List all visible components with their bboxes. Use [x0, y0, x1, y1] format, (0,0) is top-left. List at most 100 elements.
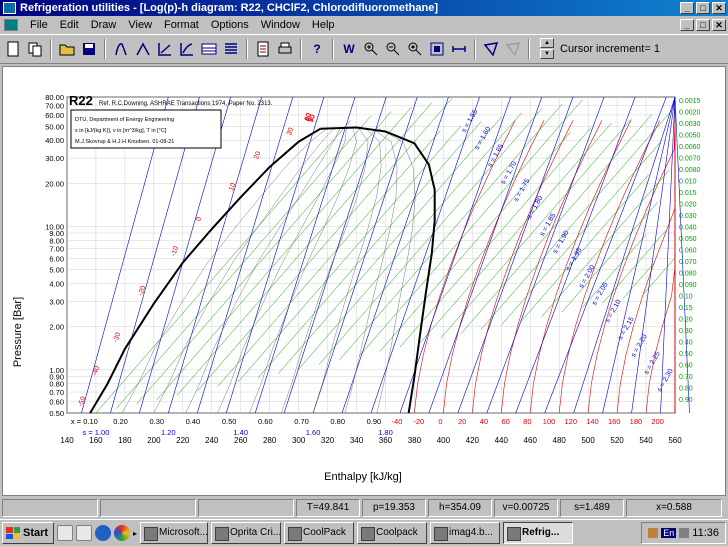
- menu-options[interactable]: Options: [205, 16, 255, 34]
- zoom-in-icon[interactable]: [360, 38, 382, 60]
- language-indicator[interactable]: En: [661, 528, 677, 538]
- eraser-icon[interactable]: [502, 38, 524, 60]
- doc-minimize-button[interactable]: _: [680, 19, 694, 31]
- isochore-label: 0.80: [679, 386, 693, 393]
- isochore-label: 0.0050: [679, 133, 701, 140]
- cursor-increment-spinner[interactable]: ▲ ▼: [540, 38, 554, 60]
- zoom-fit-icon[interactable]: [426, 38, 448, 60]
- spin-up-button[interactable]: ▲: [540, 38, 554, 48]
- sat-table-icon[interactable]: [198, 38, 220, 60]
- close-button[interactable]: ✕: [712, 2, 726, 14]
- document-icon[interactable]: [252, 38, 274, 60]
- minimize-button[interactable]: _: [680, 2, 694, 14]
- quicklaunch-pen-icon[interactable]: [57, 525, 73, 541]
- entropy-label: 1.20: [161, 428, 176, 437]
- x-tick-label: 360: [379, 436, 393, 445]
- isotherm-label: 40: [480, 417, 488, 426]
- toolbar-separator: [300, 39, 302, 59]
- isotherm-label: 140: [586, 417, 599, 426]
- y-tick-label: 6.00: [49, 254, 64, 263]
- open-folder-icon[interactable]: [56, 38, 78, 60]
- entropy-label: 1.60: [306, 428, 321, 437]
- isochore-label: 0.60: [679, 363, 693, 370]
- quicklaunch-outlook-icon[interactable]: [76, 525, 92, 541]
- isochore-label: 0.010: [679, 179, 697, 186]
- copy-icon[interactable]: [24, 38, 46, 60]
- menu-draw[interactable]: Draw: [85, 16, 123, 34]
- save-icon[interactable]: [78, 38, 100, 60]
- log-ph-chart[interactable]: R22 Ref. R.C.Downing, ASHRAE Transaction…: [3, 67, 725, 495]
- menu-edit[interactable]: Edit: [54, 16, 85, 34]
- cycle-icon[interactable]: [480, 38, 502, 60]
- status-quality: x=0.588: [626, 499, 722, 517]
- document-controls: _ □ ✕: [680, 19, 726, 31]
- task-coolpack-2[interactable]: Coolpack: [357, 522, 428, 544]
- x-tick-label: 320: [321, 436, 335, 445]
- isotherm-label: 100: [543, 417, 556, 426]
- spin-down-button[interactable]: ▼: [540, 49, 554, 59]
- y-tick-label: 30.00: [45, 154, 64, 163]
- ts-diagram-icon[interactable]: [132, 38, 154, 60]
- isochore-label: 0.050: [679, 236, 697, 243]
- x-tick-label: 300: [292, 436, 306, 445]
- tray-network-icon[interactable]: [679, 528, 690, 538]
- start-button[interactable]: Start: [2, 522, 54, 544]
- application-window: Refrigeration utilities - [Log(p)-h diag…: [0, 0, 728, 519]
- task-refrigeration[interactable]: Refrig...: [503, 522, 574, 544]
- print-icon[interactable]: [274, 38, 296, 60]
- quicklaunch-media-icon[interactable]: [114, 525, 130, 541]
- task-oprita[interactable]: Oprita Cri...: [211, 522, 282, 544]
- y-tick-label: 10.00: [45, 222, 64, 231]
- diagram-canvas[interactable]: R22 Ref. R.C.Downing, ASHRAE Transaction…: [2, 66, 726, 496]
- x-axis-label: Enthalpy [kJ/kg]: [324, 471, 402, 483]
- x-tick-label: 440: [495, 436, 509, 445]
- new-file-icon[interactable]: [2, 38, 24, 60]
- width-icon[interactable]: [448, 38, 470, 60]
- quality-label: 0.60: [258, 417, 273, 426]
- isochore-label: 0.0080: [679, 167, 701, 174]
- x-tick-label: 540: [639, 436, 653, 445]
- x-tick-label: 180: [118, 436, 132, 445]
- info-line-3: M.J.Skovrup & H.J.H Knudsen. 01-08-21: [75, 139, 174, 145]
- tray-app-icon[interactable]: [648, 528, 659, 538]
- list-icon[interactable]: [220, 38, 242, 60]
- quicklaunch-more-icon[interactable]: ▸: [133, 529, 137, 538]
- y-tick-label: 5.00: [49, 266, 64, 275]
- x-tick-label: 240: [205, 436, 219, 445]
- task-coolpack-1[interactable]: CoolPack: [284, 522, 355, 544]
- chart-icon[interactable]: [176, 38, 198, 60]
- quality-label: 0.70: [294, 417, 309, 426]
- menu-help[interactable]: Help: [306, 16, 341, 34]
- quicklaunch-ie-icon[interactable]: [95, 525, 111, 541]
- x-tick-label: 400: [437, 436, 451, 445]
- quality-label: x = 0.10: [71, 417, 98, 426]
- menu-window[interactable]: Window: [255, 16, 306, 34]
- help-icon[interactable]: ?: [306, 38, 328, 60]
- isochore-label: 0.30: [679, 328, 693, 335]
- zoom-window-icon[interactable]: W: [338, 38, 360, 60]
- zoom-reset-icon[interactable]: [404, 38, 426, 60]
- document-icon[interactable]: [4, 19, 18, 31]
- zoom-out-icon[interactable]: [382, 38, 404, 60]
- chart-title: R22: [69, 93, 93, 108]
- window-controls: _ □ ✕: [680, 2, 726, 14]
- hs-diagram-icon[interactable]: [154, 38, 176, 60]
- toolbar-separator: [528, 39, 530, 59]
- system-tray: En 11:36: [641, 522, 726, 544]
- doc-restore-button[interactable]: □: [696, 19, 710, 31]
- task-imag4[interactable]: imag4.b...: [430, 522, 501, 544]
- x-tick-label: 460: [524, 436, 538, 445]
- status-enthalpy: h=354.09: [428, 499, 492, 517]
- quality-label: 0.40: [186, 417, 201, 426]
- task-microsoft[interactable]: Microsoft...: [140, 522, 209, 544]
- doc-close-button[interactable]: ✕: [712, 19, 726, 31]
- y-tick-label: 0.60: [49, 398, 64, 407]
- menu-format[interactable]: Format: [158, 16, 205, 34]
- menu-view[interactable]: View: [122, 16, 158, 34]
- x-tick-label: 260: [234, 436, 248, 445]
- menu-file[interactable]: File: [24, 16, 54, 34]
- log-ph-icon[interactable]: [110, 38, 132, 60]
- maximize-button[interactable]: □: [696, 2, 710, 14]
- quality-label: 0.30: [149, 417, 164, 426]
- isochore-label: 0.040: [679, 225, 697, 232]
